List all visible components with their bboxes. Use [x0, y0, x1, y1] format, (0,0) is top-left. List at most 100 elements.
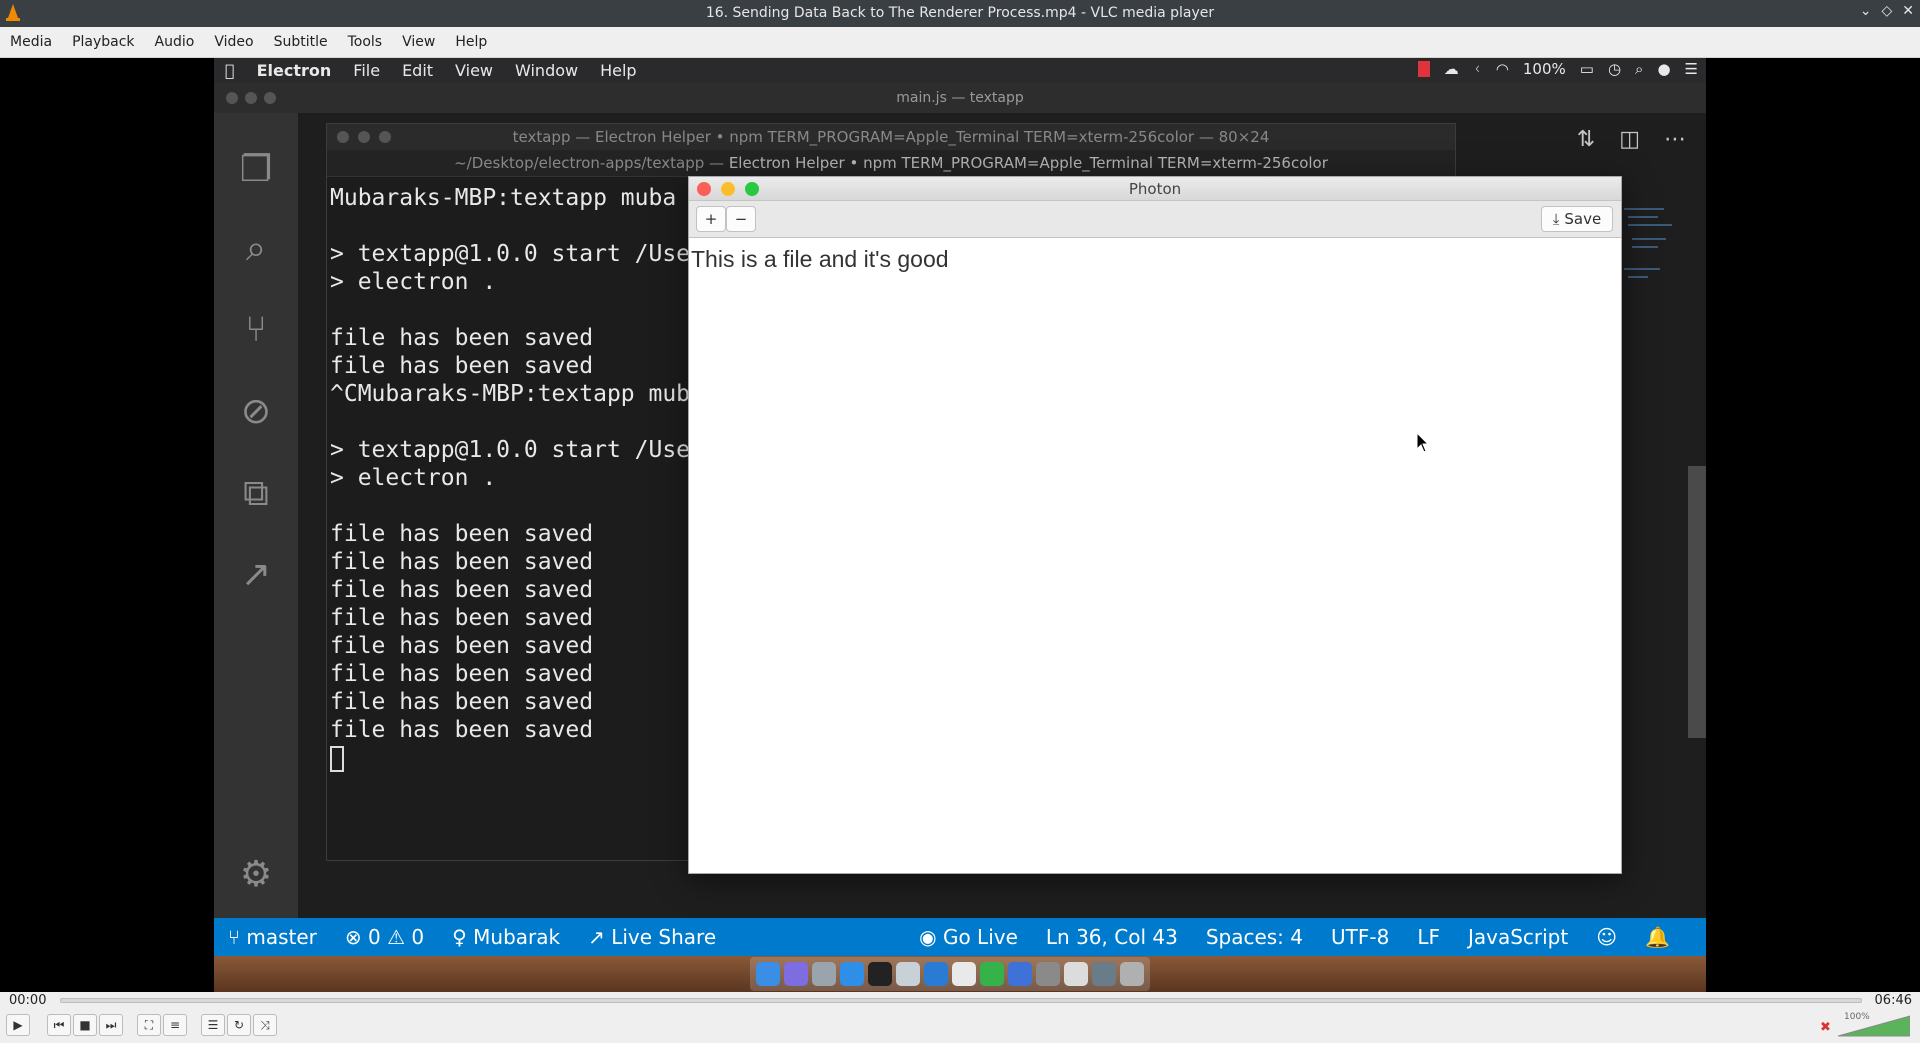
playlist-button[interactable]: ☰ — [201, 1014, 225, 1036]
go-live-status: ◉ Go Live — [919, 925, 1018, 949]
notifications-bell-icon: 🔔 — [1645, 925, 1670, 949]
messages-icon — [980, 962, 1004, 986]
close-icon[interactable]: ✕ — [1902, 3, 1914, 19]
menu-help[interactable]: Help — [445, 34, 497, 50]
shuffle-button[interactable]: ⤨ — [253, 1014, 277, 1036]
photon-toolbar: + − ⤓ Save — [689, 201, 1621, 238]
cloud-icon: ☁ — [1443, 60, 1459, 78]
siri-app-icon — [784, 962, 808, 986]
mouse-cursor-icon — [1416, 432, 1430, 453]
total-time: 06:46 — [1874, 993, 1912, 1008]
trash-icon — [1120, 962, 1144, 986]
photon-minimize-button — [721, 182, 735, 196]
problems-status: ⊗ 0 ⚠ 0 — [344, 925, 425, 949]
video-area[interactable]:  Electron File Edit View Window Help ☁ … — [0, 58, 1920, 992]
terminal-line: file has been saved — [330, 549, 594, 575]
terminal-line: file has been saved — [330, 353, 594, 379]
seek-slider[interactable] — [60, 998, 1862, 1003]
terminal-app-icon — [868, 962, 892, 986]
mac-menu-file: File — [343, 61, 380, 80]
branch-status: ⑂ master — [228, 925, 317, 949]
language-mode: JavaScript — [1467, 925, 1569, 949]
maximize-icon[interactable]: ◇ — [1881, 3, 1892, 19]
mac-menu-view: View — [445, 61, 493, 80]
menu-audio[interactable]: Audio — [145, 34, 205, 50]
indentation: Spaces: 4 — [1205, 925, 1303, 949]
mac-menu-window: Window — [505, 61, 578, 80]
documents-folder-icon — [1064, 962, 1088, 986]
search-icon: ⌕ — [245, 228, 267, 269]
warnings-count: 0 — [411, 925, 425, 949]
live-share-label: Live Share — [611, 925, 717, 949]
explorer-icon: ❐ — [239, 148, 273, 190]
mute-icon[interactable]: ✖ — [1820, 1020, 1831, 1035]
vlc-menu-bar: Media Playback Audio Video Subtitle Tool… — [0, 27, 1920, 58]
terminal-line: Mubaraks-MBP:textapp muba — [330, 185, 677, 211]
feedback-smiley-icon: ☺ — [1596, 925, 1618, 949]
mac-menu-electron: Electron — [247, 61, 332, 80]
next-button[interactable]: ⏭ — [99, 1014, 123, 1036]
terminal-cursor — [330, 744, 690, 772]
terminal-line: > textapp@1.0.0 start /Use — [330, 437, 691, 463]
terminal-path-prefix: ~/Desktop/electron-apps/textapp — — [454, 154, 729, 172]
vscode-status-bar: ⑂ master ⊗ 0 ⚠ 0 ♀ Mubarak ↗ Live Share … — [214, 918, 1706, 956]
vscode-title: main.js — textapp — [896, 90, 1024, 106]
previous-button[interactable]: ⏮ — [47, 1014, 71, 1036]
loop-button[interactable]: ↻ — [227, 1014, 251, 1036]
split-editor-icon: ◫ — [1619, 127, 1640, 152]
elapsed-time: 00:00 — [9, 993, 47, 1008]
terminal-path-main: Electron Helper • npm TERM_PROGRAM=Apple… — [728, 154, 1328, 172]
stop-button[interactable]: ■ — [73, 1014, 97, 1036]
live-share-icon: ↗ — [240, 553, 272, 595]
menu-playback[interactable]: Playback — [62, 34, 144, 50]
terminal-title-bar: textapp — Electron Helper • npm TERM_PRO… — [327, 124, 1455, 150]
vlc-title-bar: 16. Sending Data Back to The Renderer Pr… — [0, 0, 1920, 27]
extensions-icon: ⧉ — [243, 473, 269, 514]
fullscreen-button[interactable]: ⛶ — [137, 1014, 161, 1036]
menu-video[interactable]: Video — [204, 34, 263, 50]
photon-close-button — [697, 182, 711, 196]
menu-tools[interactable]: Tools — [338, 34, 393, 50]
vscode-title-bar: main.js — textapp — [214, 83, 1706, 113]
terminal-line: ^CMubaraks-MBP:textapp mub — [330, 381, 691, 407]
battery-icon: ▭ — [1579, 60, 1594, 78]
terminal-line: file has been saved — [330, 605, 594, 631]
chrome-icon — [952, 962, 976, 986]
notification-center-icon: ☰ — [1684, 60, 1698, 78]
volume-slider[interactable]: 100% — [1837, 1012, 1911, 1038]
mac-dock-area — [214, 956, 1706, 992]
terminal-line: file has been saved — [330, 689, 594, 715]
menu-subtitle[interactable]: Subtitle — [264, 34, 338, 50]
preview-icon — [896, 962, 920, 986]
battery-label: 100% — [1522, 60, 1566, 78]
system-preferences-icon — [1036, 962, 1060, 986]
more-actions-icon: ⋯ — [1664, 127, 1686, 152]
menu-media[interactable]: Media — [0, 34, 62, 50]
save-button: ⤓ Save — [1541, 206, 1613, 232]
vscode-app-icon — [924, 962, 948, 986]
play-button[interactable]: ▶ — [6, 1014, 30, 1036]
terminal-line: > textapp@1.0.0 start /Use — [330, 241, 691, 267]
clock-icon: ◷ — [1607, 60, 1622, 78]
siri-icon: ● — [1657, 60, 1671, 78]
finder-icon — [756, 962, 780, 986]
menu-view[interactable]: View — [392, 34, 445, 50]
branch-name: master — [246, 925, 317, 949]
live-share-status: ↗ Live Share — [588, 925, 717, 949]
minimize-icon[interactable]: ⌄ — [1860, 3, 1872, 19]
save-label: Save — [1564, 210, 1602, 228]
source-control-icon: ⑂ — [245, 308, 267, 350]
errors-count: 0 — [368, 925, 381, 949]
terminal-line: file has been saved — [330, 325, 594, 351]
mac-menu-bar:  Electron File Edit View Window Help ☁ … — [214, 58, 1706, 83]
mac-menu-edit: Edit — [392, 61, 433, 80]
remove-button: − — [726, 206, 756, 232]
seek-bar[interactable]: 00:00 06:46 — [0, 992, 1920, 1008]
add-button: + — [696, 206, 726, 232]
encoding: UTF-8 — [1331, 925, 1390, 949]
extended-settings-button[interactable]: ≡ — [163, 1014, 187, 1036]
